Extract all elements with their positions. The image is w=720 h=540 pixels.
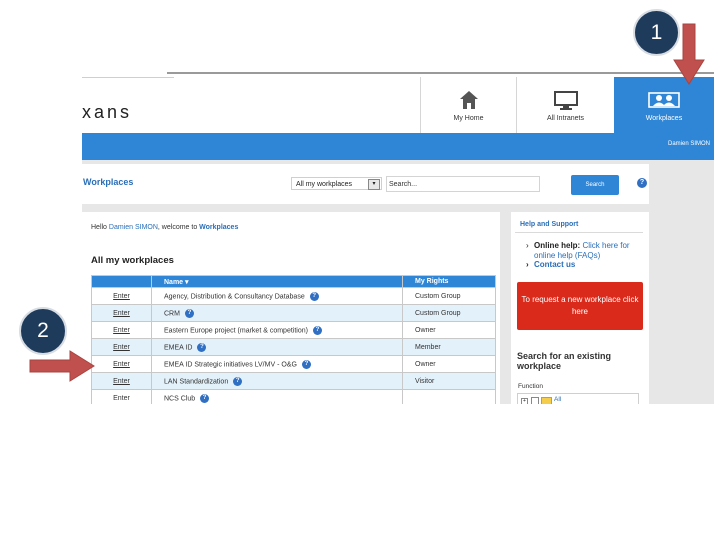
bullet-icon: › bbox=[526, 260, 529, 269]
info-icon[interactable]: ? bbox=[197, 342, 207, 352]
workplaces-toolbar: Workplaces All my workplaces ▾ Search...… bbox=[82, 164, 649, 204]
welcome-place: Workplaces bbox=[199, 224, 239, 231]
workplace-name-cell: LAN Standardization? bbox=[151, 372, 403, 390]
chevron-down-icon[interactable]: ▾ bbox=[368, 179, 380, 190]
workplaces-table: Name ▾ My Rights Enter Agency, Distribut… bbox=[91, 275, 496, 404]
welcome-user[interactable]: Damien SIMON bbox=[109, 224, 158, 231]
workplace-name-cell: Agency, Distribution & Consultancy Datab… bbox=[151, 287, 403, 305]
expand-icon[interactable]: + bbox=[521, 398, 528, 404]
rights-cell: Owner bbox=[402, 355, 496, 373]
workplace-name-cell: CRM? bbox=[151, 304, 403, 322]
user-name[interactable]: Damien SIMON bbox=[668, 141, 710, 147]
workplace-name[interactable]: LAN Standardization bbox=[164, 378, 228, 385]
info-icon[interactable]: ? bbox=[233, 376, 243, 386]
top-divider bbox=[167, 72, 714, 74]
enter-link[interactable]: Enter bbox=[91, 355, 152, 373]
function-label: Function bbox=[518, 383, 543, 390]
welcome-prefix: Hello bbox=[91, 224, 109, 231]
brand-logo: xans bbox=[82, 102, 133, 122]
callout-2: 2 bbox=[19, 307, 67, 355]
workplace-name[interactable]: CRM bbox=[164, 310, 180, 317]
table-row: Enter CRM? Custom Group bbox=[91, 304, 496, 322]
section-title: All my workplaces bbox=[91, 255, 174, 266]
column-header-action bbox=[91, 275, 152, 288]
search-existing-heading: Search for an existing workplace bbox=[517, 351, 612, 371]
welcome-text: Hello Damien SIMON, welcome to Workplace… bbox=[91, 224, 238, 231]
online-help: › Online help: Click here for online hel… bbox=[526, 241, 646, 261]
enter-link[interactable]: Enter bbox=[91, 287, 152, 305]
info-icon[interactable]: ? bbox=[312, 325, 322, 335]
search-button[interactable]: Search bbox=[571, 175, 619, 195]
workplace-name[interactable]: NCS Club bbox=[164, 395, 195, 402]
monitor-icon bbox=[553, 91, 578, 110]
contact-us-link[interactable]: Contact us bbox=[534, 260, 575, 269]
column-header-name[interactable]: Name ▾ bbox=[151, 275, 403, 288]
function-tree: + All bbox=[517, 393, 639, 404]
rights-cell: Member bbox=[402, 338, 496, 356]
request-workplace-button[interactable]: To request a new workplace click here bbox=[517, 282, 643, 330]
rights-cell bbox=[402, 389, 496, 404]
bullet-icon: › bbox=[526, 241, 529, 250]
nav-tab-my-home[interactable]: My Home bbox=[420, 77, 516, 133]
enter-link[interactable]: Enter bbox=[91, 338, 152, 356]
welcome-mid: , welcome to bbox=[157, 224, 200, 231]
table-row: Enter EMEA ID Strategic initiatives LV/M… bbox=[91, 355, 496, 373]
help-sidebar: Help and Support › Online help: Click he… bbox=[511, 212, 649, 404]
workplace-name[interactable]: EMEA ID bbox=[164, 344, 192, 351]
nav-tab-all-intranets[interactable]: All Intranets bbox=[516, 77, 614, 133]
info-icon[interactable]: ? bbox=[200, 393, 210, 403]
enter-link[interactable]: Enter bbox=[91, 372, 152, 390]
info-icon[interactable]: ? bbox=[309, 291, 319, 301]
workplace-name[interactable]: EMEA ID Strategic initiatives LV/MV - O&… bbox=[164, 361, 297, 368]
main-panel: Hello Damien SIMON, welcome to Workplace… bbox=[82, 212, 500, 404]
workplace-name-cell: Eastern Europe project (market & competi… bbox=[151, 321, 403, 339]
rights-cell: Visitor bbox=[402, 372, 496, 390]
nav-tab-label: My Home bbox=[453, 115, 484, 122]
user-bar: Damien SIMON bbox=[82, 133, 714, 160]
screenshot: xans My Home All Intranets Workplaces Da… bbox=[82, 72, 714, 404]
enter-link[interactable]: Enter bbox=[91, 389, 152, 404]
search-input[interactable]: Search... bbox=[386, 176, 540, 192]
help-title: Help and Support bbox=[520, 221, 579, 228]
select-value: All my workplaces bbox=[296, 181, 353, 188]
table-row: Enter LAN Standardization? Visitor bbox=[91, 372, 496, 390]
people-icon bbox=[648, 92, 680, 108]
enter-link[interactable]: Enter bbox=[91, 321, 152, 339]
table-row: Enter Eastern Europe project (market & c… bbox=[91, 321, 496, 339]
divider bbox=[515, 232, 643, 233]
column-header-rights[interactable]: My Rights bbox=[402, 275, 496, 288]
rights-cell: Custom Group bbox=[402, 287, 496, 305]
info-icon[interactable]: ? bbox=[184, 308, 194, 318]
nav-tab-label: Workplaces bbox=[645, 115, 683, 122]
table-header-row: Name ▾ My Rights bbox=[91, 275, 496, 288]
enter-link[interactable]: Enter bbox=[91, 304, 152, 322]
table-row: Enter Agency, Distribution & Consultancy… bbox=[91, 287, 496, 305]
online-help-label: Online help: bbox=[534, 241, 581, 250]
workplace-name-cell: EMEA ID Strategic initiatives LV/MV - O&… bbox=[151, 355, 403, 373]
table-row: Enter NCS Club? bbox=[91, 389, 496, 404]
workplace-name-cell: NCS Club? bbox=[151, 389, 403, 404]
table-row: Enter EMEA ID? Member bbox=[91, 338, 496, 356]
folder-icon bbox=[541, 397, 552, 404]
contact-us: › Contact us bbox=[526, 260, 575, 269]
nav-tab-label: All Intranets bbox=[547, 115, 584, 122]
callout-1: 1 bbox=[633, 9, 680, 56]
home-icon bbox=[459, 91, 478, 109]
info-icon[interactable]: ? bbox=[301, 359, 311, 369]
nav-tab-workplaces[interactable]: Workplaces bbox=[614, 77, 714, 133]
workplace-filter-select[interactable]: All my workplaces ▾ bbox=[291, 177, 382, 190]
workplace-name-cell: EMEA ID? bbox=[151, 338, 403, 356]
rights-cell: Custom Group bbox=[402, 304, 496, 322]
top-divider-light bbox=[82, 77, 174, 78]
workplace-name[interactable]: Eastern Europe project (market & competi… bbox=[164, 327, 308, 334]
tree-item-all[interactable]: All bbox=[554, 396, 561, 403]
checkbox[interactable] bbox=[531, 397, 539, 404]
help-icon[interactable]: ? bbox=[637, 178, 647, 188]
workplace-name[interactable]: Agency, Distribution & Consultancy Datab… bbox=[164, 293, 305, 300]
rights-cell: Owner bbox=[402, 321, 496, 339]
page-title: Workplaces bbox=[83, 177, 134, 187]
